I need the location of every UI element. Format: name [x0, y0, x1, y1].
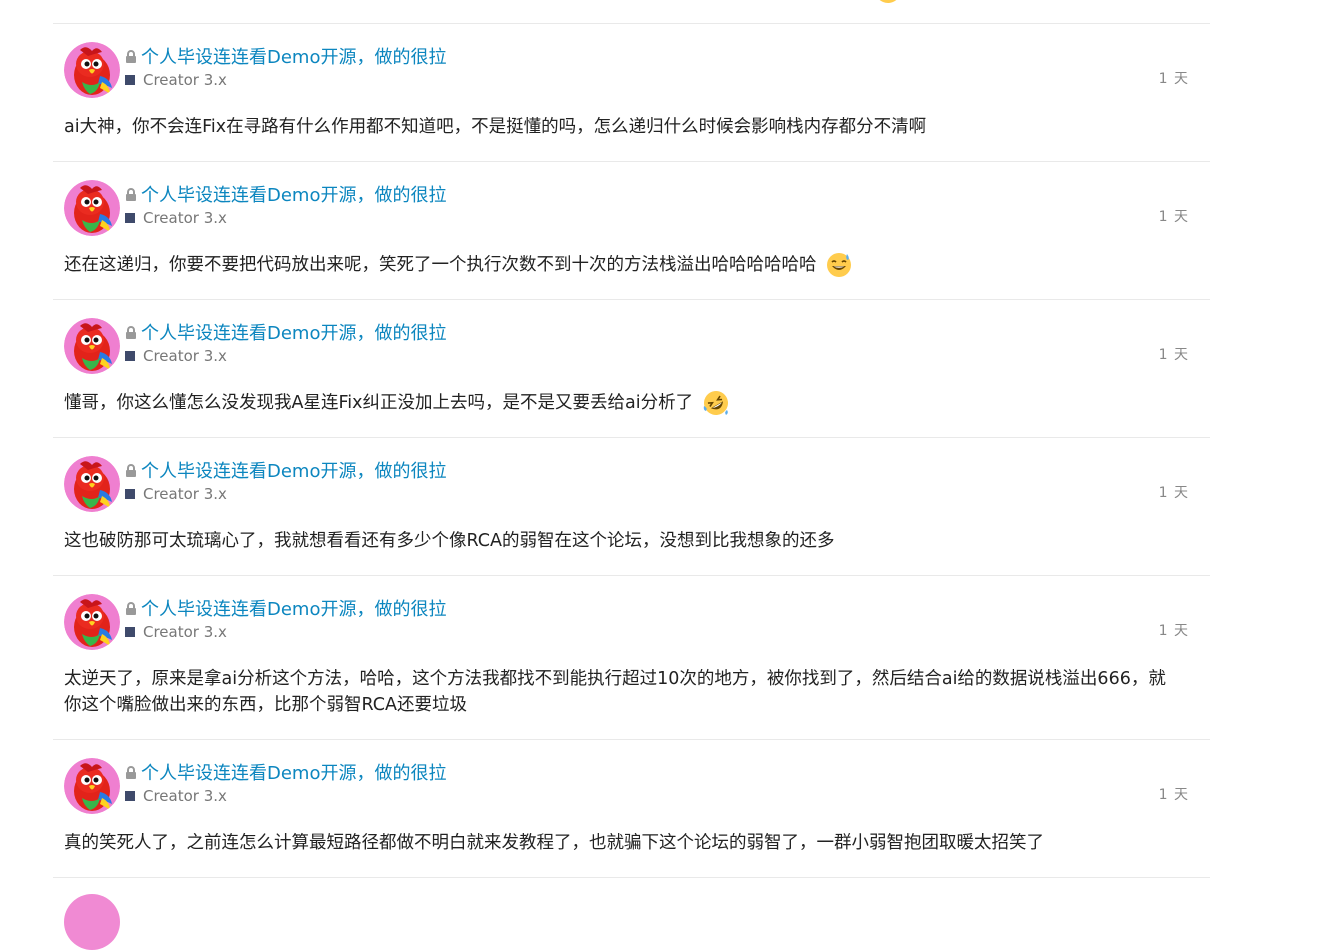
post-item: 个人毕设连连看Demo开源，做的很拉 Creator 3.x 1 天 真的笑死人…	[53, 740, 1210, 878]
category-color-square	[125, 791, 135, 801]
topic-link[interactable]: 个人毕设连连看Demo开源，做的很拉	[141, 319, 446, 345]
post-body: 太逆天了，原来是拿ai分析这个方法，哈哈，这个方法我都找不到能执行超过10次的地…	[64, 666, 1210, 718]
category-label: Creator 3.x	[143, 209, 227, 227]
sweat-smile-emoji	[827, 253, 852, 277]
lock-icon	[126, 49, 136, 63]
emoji-icon	[875, 0, 901, 3]
lock-icon	[126, 765, 136, 779]
category-color-square	[125, 627, 135, 637]
category-label: Creator 3.x	[143, 71, 227, 89]
post-meta: 个人毕设连连看Demo开源，做的很拉 Creator 3.x	[124, 318, 446, 366]
category-badge[interactable]: Creator 3.x	[124, 622, 446, 642]
category-color-square	[125, 489, 135, 499]
avatar[interactable]	[64, 42, 120, 98]
topic-link[interactable]: 个人毕设连连看Demo开源，做的很拉	[141, 457, 446, 483]
post-body: 懂哥，你这么懂怎么没发现我A星连Fix纠正没加上去吗，是不是又要丢给ai分析了	[64, 390, 1210, 416]
post-text: 太逆天了，原来是拿ai分析这个方法，哈哈，这个方法我都找不到能执行超过10次的地…	[64, 669, 1166, 715]
topic-title-row: 个人毕设连连看Demo开源，做的很拉	[124, 760, 446, 784]
post-age[interactable]: 1 天	[1159, 620, 1189, 640]
post-age[interactable]: 1 天	[1159, 784, 1189, 804]
topic-title-row: 个人毕设连连看Demo开源，做的很拉	[124, 458, 446, 482]
post-item: 个人毕设连连看Demo开源，做的很拉 Creator 3.x 1 天 ai大神，…	[53, 24, 1210, 162]
post-text: 这也破防那可太琉璃心了，我就想看看还有多少个像RCA的弱智在这个论坛，没想到比我…	[64, 531, 835, 551]
post-meta: 个人毕设连连看Demo开源，做的很拉 Creator 3.x	[124, 42, 446, 90]
lock-icon	[126, 463, 136, 477]
post-body: 这也破防那可太琉璃心了，我就想看看还有多少个像RCA的弱智在这个论坛，没想到比我…	[64, 528, 1210, 554]
category-color-square	[125, 213, 135, 223]
parrot-avatar-icon	[64, 456, 120, 512]
topic-link[interactable]: 个人毕设连连看Demo开源，做的很拉	[141, 43, 446, 69]
topic-title-row: 个人毕设连连看Demo开源，做的很拉	[124, 596, 446, 620]
parrot-avatar-icon	[64, 42, 120, 98]
topic-link[interactable]: 个人毕设连连看Demo开源，做的很拉	[141, 759, 446, 785]
previous-post-stub	[53, 0, 1210, 24]
avatar[interactable]	[64, 594, 120, 650]
post-header: 个人毕设连连看Demo开源，做的很拉 Creator 3.x	[64, 594, 1210, 650]
post-item: 个人毕设连连看Demo开源，做的很拉 Creator 3.x 1 天 懂哥，你这…	[53, 300, 1210, 438]
post-age[interactable]: 1 天	[1159, 68, 1189, 88]
category-color-square	[125, 351, 135, 361]
topic-link[interactable]: 个人毕设连连看Demo开源，做的很拉	[141, 595, 446, 621]
category-badge[interactable]: Creator 3.x	[124, 484, 446, 504]
lock-icon	[126, 187, 136, 201]
post-header: 个人毕设连连看Demo开源，做的很拉 Creator 3.x	[64, 758, 1210, 814]
post-age[interactable]: 1 天	[1159, 482, 1189, 502]
category-label: Creator 3.x	[143, 347, 227, 365]
post-header: 个人毕设连连看Demo开源，做的很拉 Creator 3.x	[64, 180, 1210, 236]
avatar[interactable]	[64, 758, 120, 814]
parrot-avatar-icon	[64, 180, 120, 236]
post-meta: 个人毕设连连看Demo开源，做的很拉 Creator 3.x	[124, 180, 446, 228]
next-post-stub	[53, 878, 1210, 950]
post-header: 个人毕设连连看Demo开源，做的很拉 Creator 3.x	[64, 318, 1210, 374]
topic-link[interactable]: 个人毕设连连看Demo开源，做的很拉	[141, 181, 446, 207]
post-age[interactable]: 1 天	[1159, 344, 1189, 364]
post-meta: 个人毕设连连看Demo开源，做的很拉 Creator 3.x	[124, 594, 446, 642]
category-label: Creator 3.x	[143, 485, 227, 503]
topic-title-row: 个人毕设连连看Demo开源，做的很拉	[124, 44, 446, 68]
avatar[interactable]	[64, 318, 120, 374]
category-badge[interactable]: Creator 3.x	[124, 208, 446, 228]
category-label: Creator 3.x	[143, 787, 227, 805]
avatar[interactable]	[64, 456, 120, 512]
post-text: ai大神，你不会连Fix在寻路有什么作用都不知道吧，不是挺懂的吗，怎么递归什么时…	[64, 117, 927, 137]
post-meta: 个人毕设连连看Demo开源，做的很拉 Creator 3.x	[124, 456, 446, 504]
parrot-avatar-icon	[64, 318, 120, 374]
lock-icon	[126, 325, 136, 339]
activity-stream: 个人毕设连连看Demo开源，做的很拉 Creator 3.x 1 天 ai大神，…	[53, 0, 1210, 950]
rofl-emoji	[703, 391, 728, 415]
category-badge[interactable]: Creator 3.x	[124, 786, 446, 806]
lock-icon	[126, 601, 136, 615]
post-list: 个人毕设连连看Demo开源，做的很拉 Creator 3.x 1 天 ai大神，…	[53, 24, 1210, 878]
post-item: 个人毕设连连看Demo开源，做的很拉 Creator 3.x 1 天 太逆天了，…	[53, 576, 1210, 740]
post-header: 个人毕设连连看Demo开源，做的很拉 Creator 3.x	[64, 456, 1210, 512]
post-header: 个人毕设连连看Demo开源，做的很拉 Creator 3.x	[64, 42, 1210, 98]
avatar[interactable]	[64, 180, 120, 236]
topic-title-row: 个人毕设连连看Demo开源，做的很拉	[124, 320, 446, 344]
parrot-avatar-icon	[64, 758, 120, 814]
category-color-square	[125, 75, 135, 85]
post-item: 个人毕设连连看Demo开源，做的很拉 Creator 3.x 1 天 还在这递归…	[53, 162, 1210, 300]
avatar[interactable]	[64, 894, 120, 950]
post-text: 还在这递归，你要不要把代码放出来呢，笑死了一个执行次数不到十次的方法栈溢出哈哈哈…	[64, 255, 817, 275]
post-body: ai大神，你不会连Fix在寻路有什么作用都不知道吧，不是挺懂的吗，怎么递归什么时…	[64, 114, 1210, 140]
category-badge[interactable]: Creator 3.x	[124, 70, 446, 90]
parrot-avatar-icon	[64, 594, 120, 650]
post-body: 真的笑死人了，之前连怎么计算最短路径都做不明白就来发教程了，也就骗下这个论坛的弱…	[64, 830, 1210, 856]
post-body: 还在这递归，你要不要把代码放出来呢，笑死了一个执行次数不到十次的方法栈溢出哈哈哈…	[64, 252, 1210, 278]
post-text: 懂哥，你这么懂怎么没发现我A星连Fix纠正没加上去吗，是不是又要丢给ai分析了	[64, 393, 694, 413]
category-badge[interactable]: Creator 3.x	[124, 346, 446, 366]
topic-title-row: 个人毕设连连看Demo开源，做的很拉	[124, 182, 446, 206]
post-item: 个人毕设连连看Demo开源，做的很拉 Creator 3.x 1 天 这也破防那…	[53, 438, 1210, 576]
category-label: Creator 3.x	[143, 623, 227, 641]
post-text: 真的笑死人了，之前连怎么计算最短路径都做不明白就来发教程了，也就骗下这个论坛的弱…	[64, 833, 1044, 853]
post-age[interactable]: 1 天	[1159, 206, 1189, 226]
post-meta: 个人毕设连连看Demo开源，做的很拉 Creator 3.x	[124, 758, 446, 806]
